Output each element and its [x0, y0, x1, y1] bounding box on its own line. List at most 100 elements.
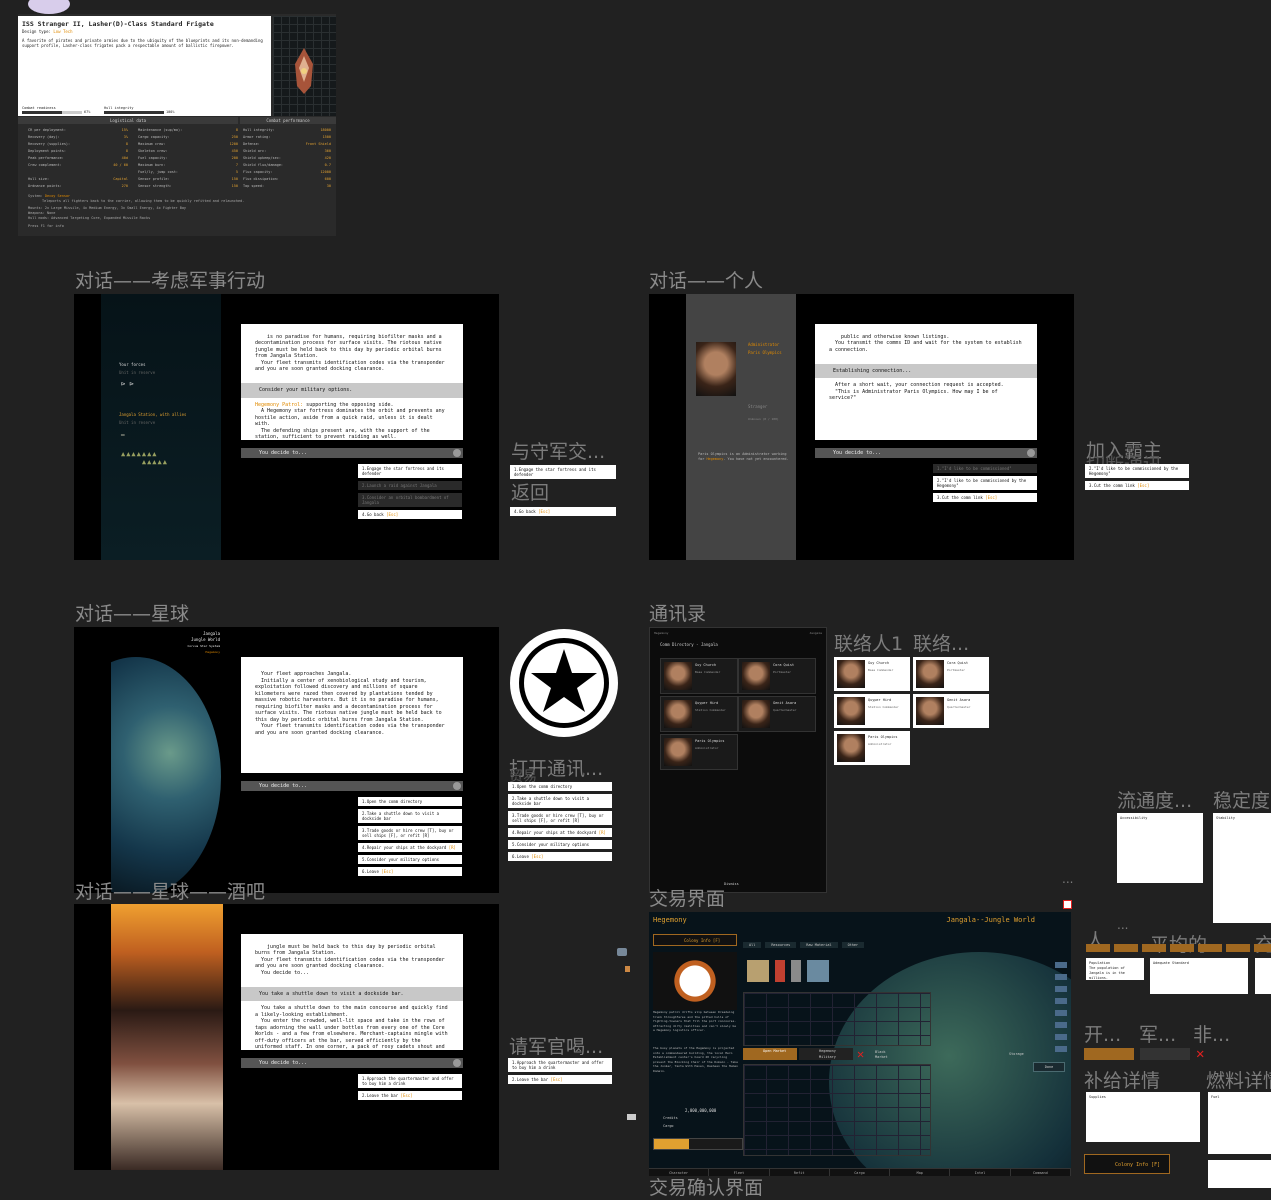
planet-option[interactable]: 4.Repair your ships at the dockyard [R]: [358, 843, 462, 852]
commodity-fuel-icon[interactable]: [775, 960, 785, 982]
trade-bottom-tab[interactable]: Cargo: [830, 1169, 891, 1176]
planet-option[interactable]: 1.Open the comm directory: [358, 797, 462, 806]
commodity-machinery-icon[interactable]: [807, 960, 829, 982]
trade-column-header[interactable]: Raw Material: [800, 942, 838, 948]
note-go-back-option[interactable]: 4.Go back [Esc]: [510, 507, 616, 516]
note-contact1: 联络人1: [834, 633, 904, 655]
planet-option[interactable]: 5.Consider your military options: [358, 855, 462, 864]
note-cut-comm-option[interactable]: 3.Cut the comm link [Esc]: [1085, 481, 1189, 490]
storage-tab[interactable]: Storage: [1009, 1052, 1024, 1056]
bar-option[interactable]: 1.Approach the quartermaster and offer t…: [358, 1074, 462, 1088]
hotkey-label: [Esc]: [982, 495, 998, 500]
prosperity-card: Adequate Standard: [1150, 958, 1248, 994]
military-decide-bar: You decide to...: [241, 448, 463, 458]
commodity-crew-icon[interactable]: [791, 960, 801, 982]
personal-option[interactable]: 1."I'd like to be commissioned": [933, 464, 1037, 473]
maintenance-stat-value: 150: [231, 184, 238, 188]
planet-note-option[interactable]: 1.Open the comm directory: [508, 782, 612, 791]
ship-sprite-icon: [273, 16, 336, 116]
bar-text-bottom: You take a shuttle down to the main conc…: [255, 1005, 448, 1050]
military-option[interactable]: 4.Go back [Esc]: [358, 510, 462, 519]
hotkey-label: [Esc]: [548, 1077, 563, 1082]
trade-column-header[interactable]: Resources: [765, 942, 797, 948]
logistical-stat-label: Recovery (day):: [28, 135, 60, 139]
contact-portrait: [916, 660, 944, 688]
fuel-title: Fuel: [1211, 1095, 1220, 1099]
planet-dialog-window: Jangala Jungle World Corvus Star System …: [74, 627, 499, 893]
contact-portrait: [742, 662, 770, 690]
planet-decide-label: You decide to...: [259, 783, 308, 789]
colony-info-mini-button[interactable]: Colony Info [F]: [1084, 1154, 1170, 1174]
combat-stat-value: 12000: [320, 170, 331, 174]
trade-column-header[interactable]: Other: [841, 942, 865, 948]
black-market-tab[interactable]: Black Market: [875, 1050, 899, 1060]
bar-highlight: You take a shuttle down to visit a docks…: [241, 986, 463, 1001]
logistical-stat-row: Recovery (day): 3%: [28, 134, 128, 141]
contact-card[interactable]: Guy Church Base Commander: [660, 658, 738, 694]
contact-card[interactable]: Paris Olympics Administrator: [660, 734, 738, 770]
planet-decide-bar: You decide to...: [241, 781, 463, 791]
note-commission-option[interactable]: 2."I'd like to be commissioned by the He…: [1085, 464, 1189, 478]
contact-note-card[interactable]: Cora Quist Portmaster: [913, 657, 989, 691]
logistical-stat-row: Hull size: Capital: [28, 176, 128, 183]
maintenance-stats: Maintenance (sup/mo): 8 Cargo capacity: 250…: [138, 127, 238, 190]
trade-credits-label: Credits: [663, 1116, 678, 1120]
close-red-icon[interactable]: [1063, 900, 1072, 909]
note-engage-garrison: 与守军交...: [511, 441, 606, 463]
personal-option[interactable]: 2."I'd like to be commissioned by the He…: [933, 476, 1037, 490]
open-market-tab[interactable]: Open Market: [743, 1048, 797, 1060]
maintenance-stat-label: Sensor strength:: [138, 184, 172, 188]
personal-option[interactable]: 3.Cut the comm link [Esc]: [933, 493, 1037, 502]
planet-option[interactable]: 2.Take a shuttle down to visit a docksid…: [358, 809, 462, 823]
trade-done-button[interactable]: Done: [1033, 1062, 1065, 1072]
combat-stat-value: 30: [326, 184, 331, 188]
planet-note-options: 1.Open the comm directory 2.Take a shuttl…: [508, 782, 612, 864]
comms-dismiss-button[interactable]: Dismiss: [724, 881, 739, 887]
contact-portrait: [742, 700, 770, 728]
trade-bottom-tab[interactable]: Refit: [770, 1169, 830, 1176]
your-forces-title: Your forces: [119, 362, 146, 367]
trade-colony-info-button[interactable]: Colony Info [F]: [653, 934, 737, 946]
military-market-tab[interactable]: Hegemony Military: [799, 1048, 853, 1060]
maintenance-stat-label: Fuel/ly, jump cost:: [138, 170, 179, 174]
note-engage-option[interactable]: 1.Engage the star fortress and its defen…: [510, 465, 616, 479]
trade-column-header[interactable]: All: [743, 942, 762, 948]
contact-note-card[interactable]: Paris Olympics Administrator: [834, 731, 910, 765]
trade-bottom-tab[interactable]: Map: [890, 1169, 951, 1176]
bar-option[interactable]: 2.Leave the bar [Esc]: [358, 1091, 462, 1100]
contact-card[interactable]: Cora Quist Portmaster: [738, 658, 816, 694]
trade-bottom-tab[interactable]: Command: [1011, 1169, 1071, 1176]
military-option[interactable]: 1.Engage the star fortress and its defen…: [358, 464, 462, 478]
planet-note-option[interactable]: 3.Trade goods or hire crew [T], buy or s…: [508, 811, 612, 825]
military-option[interactable]: 2.Launch a raid against Jangala: [358, 481, 462, 490]
combat-stat-value: 360: [324, 149, 331, 153]
bar-decide-bar: You decide to...: [241, 1058, 463, 1068]
planet-note-option[interactable]: 2.Take a shuttle down to visit a docksid…: [508, 794, 612, 808]
military-option[interactable]: 3.Consider an orbital bombardment of Jan…: [358, 493, 462, 507]
trade-commodity-row: [743, 954, 867, 988]
planet-note-option[interactable]: 6.Leave [Esc]: [508, 852, 612, 861]
bar-note-option[interactable]: 2.Leave the bar [Esc]: [508, 1075, 612, 1084]
contact-card[interactable]: Genit Asara Quartermaster: [738, 696, 816, 732]
planet-option[interactable]: 3.Trade goods or hire crew [T], buy or s…: [358, 826, 462, 840]
contact-role: Administrator: [868, 742, 892, 746]
contact-note-card[interactable]: Quyper Hird Station Commander: [834, 694, 910, 728]
combat-stat-row: Shield arc: 360: [243, 148, 331, 155]
ship-title: ISS Stranger II, Lasher(D)-Class Standar…: [22, 20, 214, 28]
bar-note-option[interactable]: 1.Approach the quartermaster and offer t…: [508, 1058, 612, 1072]
planet-note-option[interactable]: 4.Repair your ships at the dockyard [R]: [508, 828, 612, 837]
contact-note-card[interactable]: Guy Church Base Commander: [834, 657, 910, 691]
trade-bottom-tab[interactable]: Intel: [950, 1169, 1011, 1176]
bar-note-options: 1.Approach the quartermaster and offer t…: [508, 1058, 612, 1087]
commodity-supplies-icon[interactable]: [747, 960, 769, 982]
hotkey-label: [Esc]: [528, 854, 544, 859]
contact-card[interactable]: Quyper Hird Station Commander: [660, 696, 738, 732]
contact-note-card[interactable]: Genit Asara Quartermaster: [913, 694, 989, 728]
maintenance-stat-row: Sensor profile: 150: [138, 176, 238, 183]
personal-text-bottom: After a short wait, your connection requ…: [829, 382, 1004, 401]
hotkey-label: [R]: [446, 845, 456, 850]
planet-option[interactable]: 6.Leave [Esc]: [358, 867, 462, 876]
combat-stat-row: Hull integrity: 18000: [243, 127, 331, 134]
logistical-stat-value: 270: [121, 184, 128, 188]
planet-note-option[interactable]: 5.Consider your military options: [508, 840, 612, 849]
